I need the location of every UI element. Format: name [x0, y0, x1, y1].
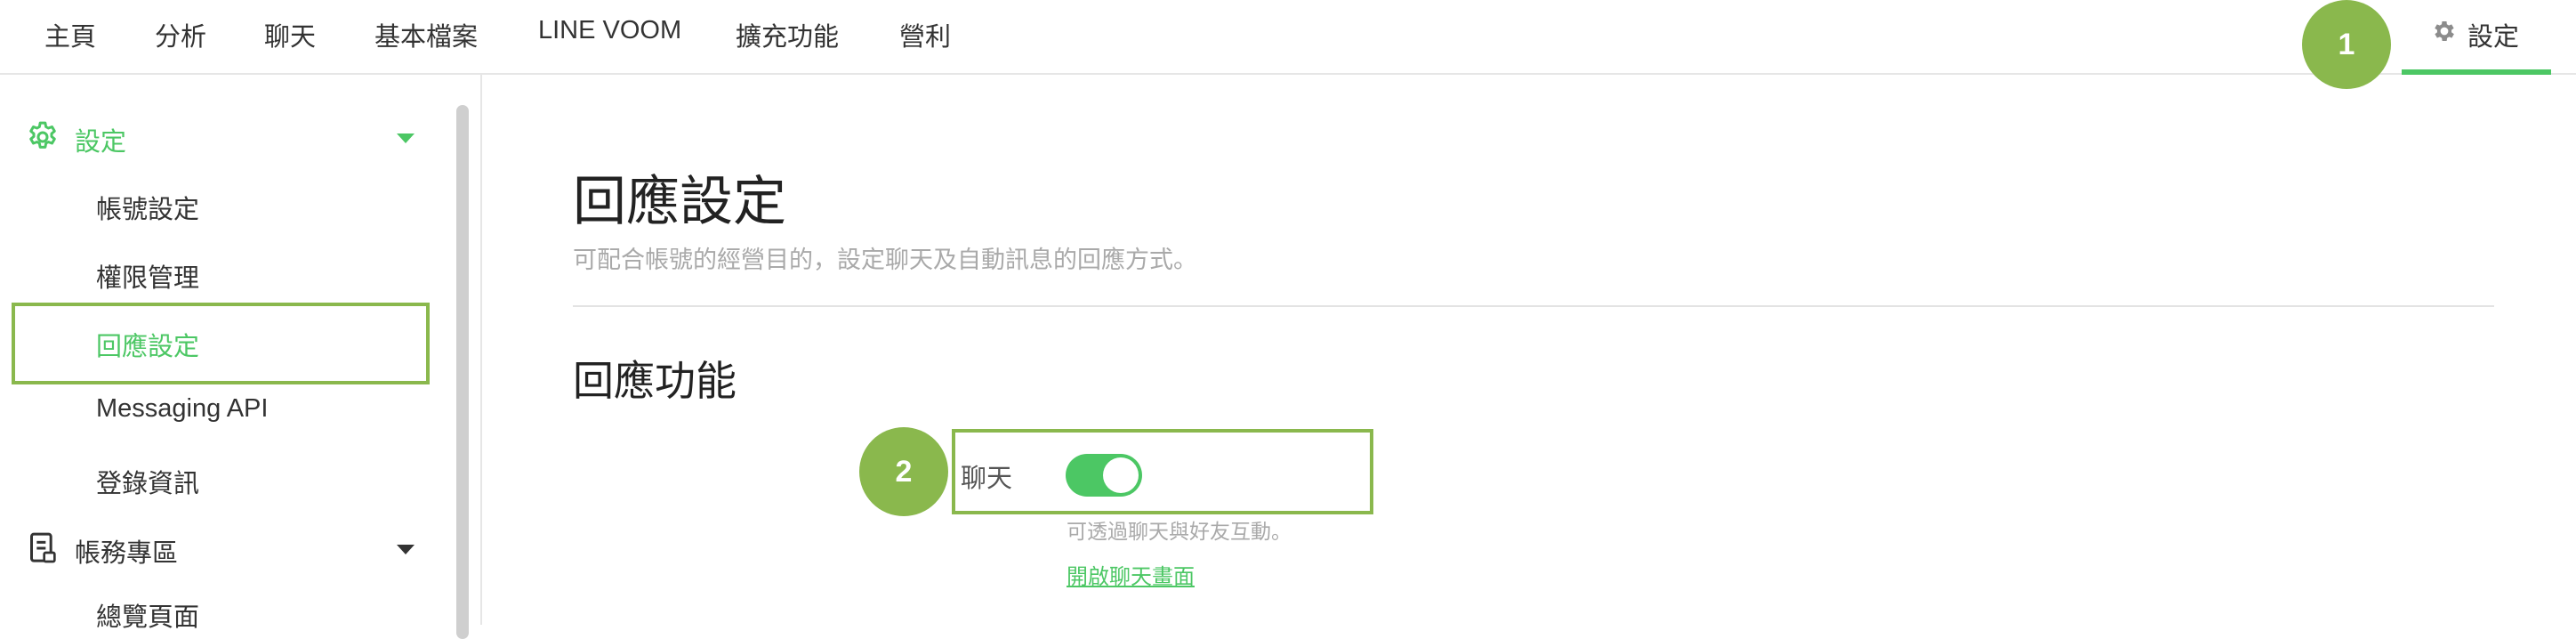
sidebar-section-settings[interactable]: 設定: [0, 109, 445, 162]
sidebar-item-messaging-api[interactable]: Messaging API: [96, 394, 268, 424]
step-badge-1: 1: [2302, 0, 2391, 89]
document-icon: [30, 532, 56, 563]
caret-down-icon: [397, 545, 415, 554]
chat-hint: 可透過聊天與好友互動。: [1067, 520, 1292, 543]
sidebar-section-billing[interactable]: 帳務專區: [0, 520, 445, 573]
sidebar-item-permissions[interactable]: 權限管理: [96, 257, 199, 295]
chat-toggle-label: 聊天: [961, 465, 1013, 493]
nav-line-voom[interactable]: LINE VOOM: [538, 16, 681, 45]
sidebar-item-overview[interactable]: 總覽頁面: [96, 596, 199, 634]
sidebar-item-account-settings[interactable]: 帳號設定: [96, 189, 199, 226]
section-title: 回應功能: [573, 358, 737, 404]
nav-home[interactable]: 主頁: [44, 16, 96, 53]
nav-chat[interactable]: 聊天: [264, 16, 316, 53]
gear-icon: [2435, 21, 2454, 41]
sidebar-scrollbar[interactable]: [456, 105, 469, 639]
divider: [573, 305, 2494, 307]
active-tab-indicator: [2402, 69, 2551, 75]
step-badge-2: 2: [859, 427, 948, 516]
nav-profile[interactable]: 基本檔案: [374, 16, 478, 53]
sidebar-section-billing-label: 帳務專區: [75, 539, 179, 568]
toggle-knob: [1103, 457, 1139, 493]
gear-icon: [29, 121, 56, 149]
tab-settings-label: 設定: [2467, 23, 2520, 52]
open-chat-link[interactable]: 開啟聊天畫面: [1067, 559, 1195, 590]
page-subtitle: 可配合帳號的經營目的，設定聊天及自動訊息的回應方式。: [573, 247, 1197, 273]
chat-toggle[interactable]: [1066, 454, 1142, 497]
chat-toggle-highlight: [952, 429, 1373, 514]
nav-analytics[interactable]: 分析: [155, 16, 206, 53]
sidebar-item-response-settings[interactable]: 回應設定: [96, 326, 199, 363]
top-nav: 主頁 分析 聊天 基本檔案 LINE VOOM 擴充功能 營利 設定: [0, 0, 2576, 75]
tab-settings[interactable]: 設定: [2402, 0, 2551, 75]
nav-extensions[interactable]: 擴充功能: [736, 16, 839, 53]
caret-down-icon: [397, 133, 415, 143]
nav-monetization[interactable]: 營利: [899, 16, 951, 53]
sidebar-active-highlight: [12, 303, 430, 384]
page-title: 回應設定: [573, 172, 786, 231]
sidebar-item-registration-info[interactable]: 登錄資訊: [96, 463, 199, 500]
sidebar-section-settings-label: 設定: [75, 128, 127, 157]
